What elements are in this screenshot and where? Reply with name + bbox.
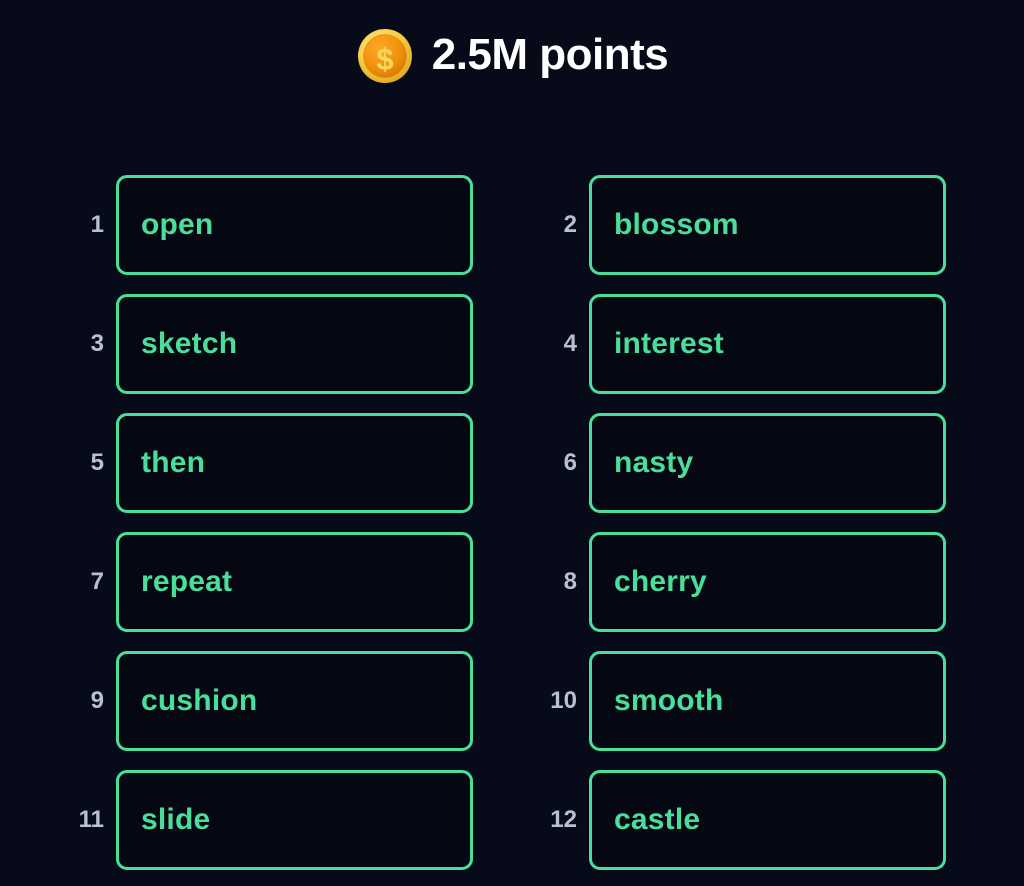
word-card-2[interactable]: blossom	[589, 174, 946, 275]
word-row: 7 repeat 8 cherry	[0, 522, 1024, 641]
word-card-7[interactable]: repeat	[116, 531, 473, 632]
word-card-11[interactable]: slide	[116, 769, 473, 870]
gold-coin-dollar-icon: $	[356, 27, 414, 85]
word-number: 7	[90, 567, 104, 595]
points-header: $ 2.5M points	[0, 0, 1024, 112]
word-text: then	[141, 445, 206, 479]
word-text: castle	[614, 802, 701, 836]
word-number: 11	[78, 805, 104, 833]
word-cell: 5 then	[0, 403, 473, 522]
word-list-screen: $ 2.5M points 1 open 2 blossom 3 sketch …	[0, 0, 1024, 886]
word-text: blossom	[614, 207, 739, 241]
word-cell: 2 blossom	[473, 165, 946, 284]
word-text: nasty	[614, 445, 694, 479]
word-cell: 10 smooth	[473, 641, 946, 760]
svg-text:$: $	[376, 42, 393, 77]
word-cell: 9 cushion	[0, 641, 473, 760]
word-row: 5 then 6 nasty	[0, 403, 1024, 522]
word-cell: 8 cherry	[473, 522, 946, 641]
word-cell: 7 repeat	[0, 522, 473, 641]
word-number: 6	[563, 448, 577, 476]
word-card-5[interactable]: then	[116, 412, 473, 513]
word-number: 8	[563, 567, 577, 595]
word-text: open	[141, 207, 214, 241]
word-card-9[interactable]: cushion	[116, 650, 473, 751]
word-text: slide	[141, 802, 211, 836]
word-row: 9 cushion 10 smooth	[0, 641, 1024, 760]
word-cell: 4 interest	[473, 284, 946, 403]
word-cell: 12 castle	[473, 760, 946, 879]
word-cell: 3 sketch	[0, 284, 473, 403]
word-card-4[interactable]: interest	[589, 293, 946, 394]
word-cell: 6 nasty	[473, 403, 946, 522]
word-row: 3 sketch 4 interest	[0, 284, 1024, 403]
word-grid: 1 open 2 blossom 3 sketch 4 interest 5 t…	[0, 165, 1024, 879]
word-text: cushion	[141, 683, 258, 717]
word-number: 9	[90, 686, 104, 714]
word-text: repeat	[141, 564, 233, 598]
word-card-3[interactable]: sketch	[116, 293, 473, 394]
word-number: 2	[563, 210, 577, 238]
word-text: interest	[614, 326, 724, 360]
word-number: 1	[90, 210, 104, 238]
word-number: 10	[550, 686, 577, 714]
word-text: smooth	[614, 683, 724, 717]
word-card-8[interactable]: cherry	[589, 531, 946, 632]
word-card-10[interactable]: smooth	[589, 650, 946, 751]
word-number: 4	[563, 329, 577, 357]
word-text: sketch	[141, 326, 238, 360]
word-text: cherry	[614, 564, 707, 598]
word-card-1[interactable]: open	[116, 174, 473, 275]
word-number: 5	[90, 448, 104, 476]
word-cell: 1 open	[0, 165, 473, 284]
points-label: 2.5M points	[431, 29, 669, 79]
word-row: 11 slide 12 castle	[0, 760, 1024, 879]
word-number: 3	[90, 329, 104, 357]
word-row: 1 open 2 blossom	[0, 165, 1024, 284]
word-cell: 11 slide	[0, 760, 473, 879]
word-card-6[interactable]: nasty	[589, 412, 946, 513]
word-number: 12	[550, 805, 577, 833]
word-card-12[interactable]: castle	[589, 769, 946, 870]
